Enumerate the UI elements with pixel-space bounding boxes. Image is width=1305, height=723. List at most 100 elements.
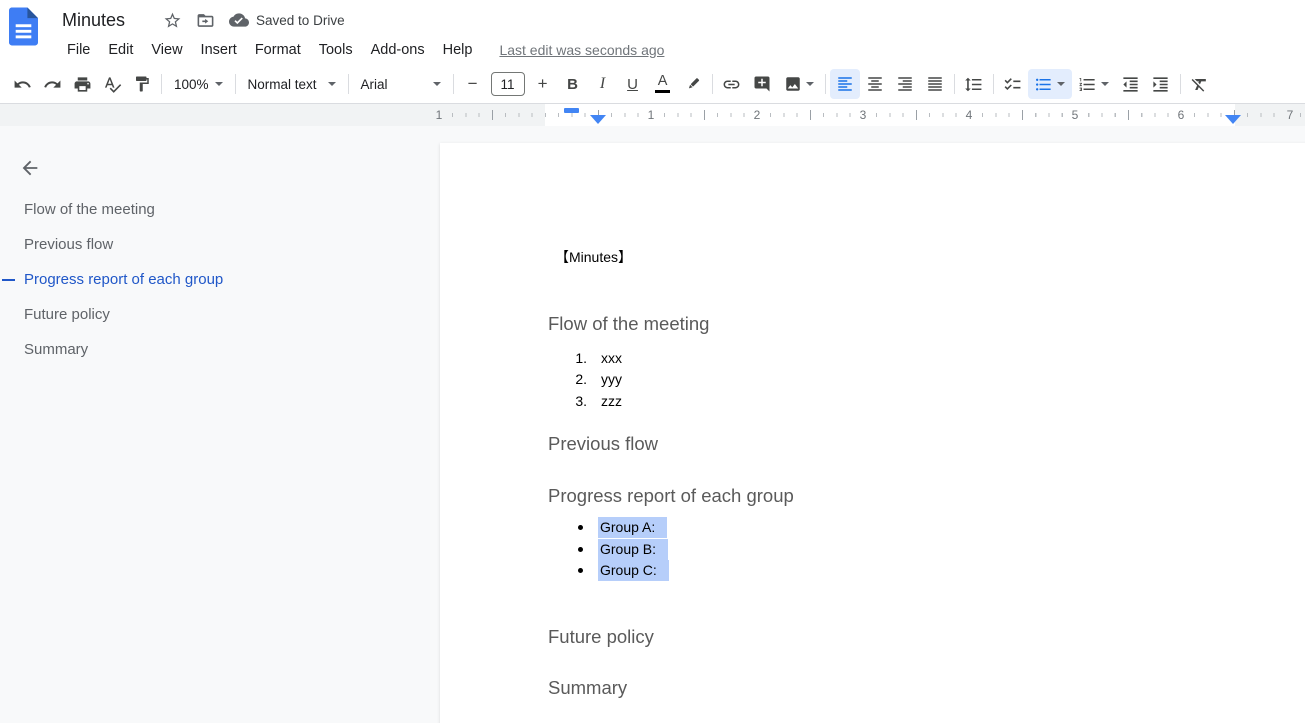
saved-status[interactable]: Saved to Drive [229,10,345,30]
content-area: Flow of the meeting Previous flow Progre… [0,126,1305,723]
paragraph-style-select[interactable]: Normal text [240,69,344,99]
list-number: 3. [534,393,587,409]
outline-item-future-policy[interactable]: Future policy [0,297,440,332]
chevron-down-icon [806,82,814,86]
outline-item-summary[interactable]: Summary [0,332,440,367]
font-value: Arial [361,77,388,92]
font-size-input[interactable]: 11 [491,72,525,96]
list-number: 1. [534,350,587,366]
font-size-decrease-button[interactable]: − [458,69,488,99]
font-size-increase-button[interactable]: + [528,69,558,99]
heading-previous-flow[interactable]: Previous flow [548,433,658,455]
align-justify-button[interactable] [920,69,950,99]
bulleted-list-item[interactable]: Group C: [548,560,669,582]
bullet-icon [578,568,583,573]
selected-text: Group B: [598,539,668,560]
zoom-select[interactable]: 100% [166,69,231,99]
menu-tools[interactable]: Tools [310,39,362,61]
active-item-indicator [2,279,15,282]
menu-file[interactable]: File [58,39,99,61]
insert-link-button[interactable] [717,69,747,99]
ruler-label: 4 [963,104,976,126]
outline-item-flow-of-the-meeting[interactable]: Flow of the meeting [0,192,440,227]
right-indent-marker[interactable] [1225,115,1241,124]
checklist-button[interactable] [998,69,1028,99]
selected-text: Group C: [598,560,669,581]
toolbar: 100% Normal text Arial − 11 + B I U A [0,65,1305,104]
heading-flow-of-the-meeting[interactable]: Flow of the meeting [548,313,709,335]
underline-button[interactable]: U [618,69,648,99]
align-left-button[interactable] [830,69,860,99]
heading-progress-report[interactable]: Progress report of each group [548,485,794,507]
header-right: Minutes Saved to Drive File Edit View [58,6,1305,64]
selected-text: Group A: [598,517,667,538]
menu-insert[interactable]: Insert [192,39,246,61]
menu-bar: File Edit View Insert Format Tools Add-o… [58,36,1305,64]
line-spacing-button[interactable] [959,69,989,99]
highlight-color-button[interactable] [678,69,708,99]
add-comment-button[interactable] [747,69,777,99]
list-text: zzz [601,393,622,409]
ruler-label: 5 [1069,104,1082,126]
close-outline-button[interactable] [16,154,44,182]
google-docs-app: Minutes Saved to Drive File Edit View [0,0,1305,723]
document-page[interactable]: 【Minutes】 Flow of the meeting 1.xxx 2. yy… [440,143,1305,723]
paint-format-button[interactable] [127,69,157,99]
spellcheck-button[interactable] [97,69,127,99]
outline-item-label: Future policy [24,306,110,323]
menu-view[interactable]: View [142,39,191,61]
clear-formatting-button[interactable] [1185,69,1215,99]
italic-button[interactable]: I [588,69,618,99]
outline-item-label: Progress report of each group [24,271,223,288]
print-button[interactable] [67,69,97,99]
chevron-down-icon [328,82,336,86]
zoom-value: 100% [174,77,209,92]
decrease-indent-button[interactable] [1116,69,1146,99]
font-select[interactable]: Arial [353,69,449,99]
bold-button[interactable]: B [558,69,588,99]
menu-edit[interactable]: Edit [99,39,142,61]
move-folder-icon[interactable] [192,7,218,33]
outline-item-previous-flow[interactable]: Previous flow [0,227,440,262]
align-right-button[interactable] [890,69,920,99]
chevron-down-icon [1057,82,1065,86]
text-color-button[interactable]: A [648,69,678,99]
ruler-label: 7 [1284,104,1297,126]
chevron-down-icon [215,82,223,86]
list-number: 2. [534,371,587,387]
heading-summary[interactable]: Summary [548,677,627,699]
outline-item-progress-report[interactable]: Progress report of each group [0,262,440,297]
first-line-indent-marker[interactable] [564,108,579,113]
list-text: yyy [601,371,622,387]
doc-title-text[interactable]: 【Minutes】 [555,247,632,267]
document-title[interactable]: Minutes [58,9,129,32]
horizontal-ruler[interactable]: 1 1 2 3 4 5 6 7 [0,104,1305,126]
heading-future-policy[interactable]: Future policy [548,626,654,648]
toolbar-separator [825,74,826,94]
bulleted-list: Group A: Group B: Group C: [548,517,669,582]
left-indent-marker[interactable] [590,115,606,124]
bullet-icon [578,525,583,530]
increase-indent-button[interactable] [1146,69,1176,99]
undo-button[interactable] [7,69,37,99]
numbered-list-item[interactable]: 1.xxx [534,347,622,369]
star-icon[interactable] [159,7,185,33]
bulleted-list-item[interactable]: Group A: [548,517,669,539]
numbered-list-item[interactable]: 3. zzz [534,390,622,412]
toolbar-separator [954,74,955,94]
redo-button[interactable] [37,69,67,99]
menu-addons[interactable]: Add-ons [362,39,434,61]
google-docs-logo-icon[interactable] [9,7,38,51]
numbered-list-item[interactable]: 2. yyy [534,369,622,391]
bulleted-list-button[interactable] [1028,69,1072,99]
numbered-list-button[interactable] [1072,69,1116,99]
document-outline-panel: Flow of the meeting Previous flow Progre… [0,126,440,723]
bulleted-list-item[interactable]: Group B: [548,539,669,561]
insert-image-button[interactable] [777,69,821,99]
align-center-button[interactable] [860,69,890,99]
menu-format[interactable]: Format [246,39,310,61]
last-edit-link[interactable]: Last edit was seconds ago [499,42,664,58]
title-row: Minutes Saved to Drive [58,6,1305,34]
ruler-label: 2 [751,104,764,126]
menu-help[interactable]: Help [434,39,482,61]
